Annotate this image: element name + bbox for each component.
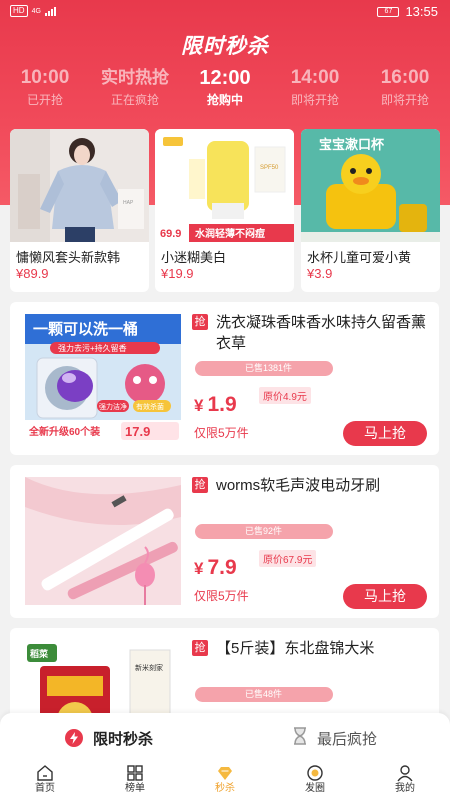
time-slot-time: 16:00: [380, 67, 430, 88]
time-slot-tab-active[interactable]: 12:00 抢购中: [180, 66, 270, 110]
time-slot-time: 12:00: [199, 67, 251, 89]
product-name: 洗衣凝珠香味香水味持久留香薰衣草: [216, 314, 427, 352]
nav-home[interactable]: 首页: [0, 763, 90, 800]
svg-text:HAP: HAP: [123, 200, 134, 206]
featured-name: 慵懒风套头新款韩: [16, 250, 121, 265]
product-card[interactable]: 一颗可以洗一桶 强力去污+持久留香 强力洁净 有效杀菌 全新升级60个装 17.…: [10, 302, 439, 455]
time-slot-tab[interactable]: 10:00 已开抢: [0, 66, 90, 110]
original-price: 原价4.9元: [259, 387, 311, 404]
img-price: 17.9: [125, 424, 150, 439]
flash-badge: 抢: [192, 477, 208, 493]
nav-label: 发圈: [305, 783, 325, 794]
product-price: ¥1.9: [194, 393, 237, 417]
featured-name: 水杯儿童可爱小黄: [307, 250, 412, 265]
product-price: ¥7.9: [194, 556, 237, 580]
time-slot-tab[interactable]: 14:00 即将开抢: [270, 66, 360, 110]
toothbrush-photo: [25, 477, 181, 605]
price-value: 7.9: [207, 556, 237, 579]
flash-badge: 抢: [192, 314, 208, 330]
featured-card[interactable]: HAP 慵懒风套头新款韩 ¥89.9: [10, 129, 149, 292]
buy-now-button[interactable]: 马上抢: [343, 584, 427, 609]
time-slot-status: 已开抢: [26, 93, 63, 107]
clock: 13:55: [405, 4, 438, 19]
product-card[interactable]: 抢 worms软毛声波电动牙刷 已售92件 ¥7.9 原价67.9元 仅限5万件…: [10, 465, 439, 618]
tab-flash-sale[interactable]: 限时秒杀: [65, 713, 153, 763]
nav-label: 秒杀: [215, 783, 235, 794]
nav-label: 榜单: [125, 783, 145, 794]
featured-products: HAP 慵懒风套头新款韩 ¥89.9 SPF50 69.9 水润轻薄不闷痘 小迷…: [10, 129, 440, 292]
time-slot-status: 即将开抢: [290, 93, 339, 107]
signal-icon: [44, 6, 56, 16]
img-caption: 宝宝漱口杯: [319, 137, 385, 152]
time-slot-tabs: 10:00 已开抢 实时热抢 正在疯抢 12:00 抢购中 14:00 即将开抢…: [0, 66, 450, 116]
circle-icon: [307, 765, 323, 781]
img-tag: 强力洁净: [99, 402, 127, 411]
network-type: 4G: [31, 7, 41, 15]
time-slot-time: 实时热抢: [101, 68, 169, 87]
img-pack: 全新升级60个装: [28, 425, 100, 438]
featured-card[interactable]: 宝宝漱口杯 水杯儿童可爱小黄 ¥3.9: [301, 129, 440, 292]
flash-badge: 抢: [192, 640, 208, 656]
time-slot-status: 抢购中: [206, 93, 243, 107]
nav-profile[interactable]: 我的: [360, 763, 450, 800]
hourglass-icon: [293, 727, 307, 749]
time-slot-status: 即将开抢: [380, 93, 429, 107]
stock-limit: 仅限5万件: [194, 589, 249, 603]
svg-text:SPF50: SPF50: [260, 165, 279, 171]
status-bar: HD 4G 67 13:55: [0, 0, 450, 24]
duck-cup-photo: 宝宝漱口杯: [301, 129, 440, 242]
img-brand: 稻菜: [30, 648, 49, 659]
battery-icon: 67: [377, 6, 400, 17]
product-name: worms软毛声波电动牙刷: [216, 477, 381, 494]
sold-count-bar: 已售92件: [195, 524, 333, 539]
home-icon: [37, 765, 53, 781]
lightning-icon: [65, 729, 83, 747]
buy-now-button[interactable]: 马上抢: [343, 421, 427, 446]
nav-share[interactable]: 发圈: [270, 763, 360, 800]
img-tag: 有效杀菌: [136, 402, 164, 411]
img-text: 新米刻家: [135, 663, 163, 672]
nav-flash-sale[interactable]: 秒杀: [180, 763, 270, 800]
stock-limit: 仅限5万件: [194, 426, 249, 440]
featured-price: ¥3.9: [307, 266, 333, 281]
sold-count-bar: 已售1381件: [195, 361, 333, 376]
sunscreen-photo: SPF50 69.9 水润轻薄不闷痘: [155, 129, 294, 242]
time-slot-status: 正在疯抢: [110, 93, 159, 107]
bottom-nav: 首页 榜单 秒杀 发圈 我的: [0, 763, 450, 800]
featured-name: 小迷糊美白: [161, 250, 227, 265]
section-tabs: 限时秒杀 最后疯抢: [0, 713, 450, 763]
featured-card[interactable]: SPF50 69.9 水润轻薄不闷痘 小迷糊美白 ¥19.9: [155, 129, 294, 292]
featured-price: ¥19.9: [161, 266, 194, 281]
tab-label: 最后疯抢: [317, 730, 378, 748]
img-title: 一颗可以洗一桶: [33, 320, 138, 338]
currency: ¥: [194, 559, 204, 578]
price-value: 1.9: [207, 393, 237, 416]
nav-label: 首页: [35, 783, 55, 794]
currency: ¥: [194, 396, 204, 415]
tab-label: 限时秒杀: [93, 730, 154, 748]
img-sub: 强力去污+持久留香: [58, 343, 127, 353]
original-price: 原价67.9元: [259, 550, 317, 567]
time-slot-time: 14:00: [290, 67, 340, 88]
grid-icon: [127, 765, 143, 781]
nav-ranking[interactable]: 榜单: [90, 763, 180, 800]
product-name: 【5斤装】东北盘锦大米: [216, 640, 375, 657]
sold-count-bar: 已售48件: [195, 687, 333, 702]
nav-label: 我的: [395, 783, 415, 794]
diamond-icon: [218, 767, 232, 780]
featured-price: ¥89.9: [16, 266, 49, 281]
img-caption: 水润轻薄不闷痘: [194, 227, 265, 240]
img-price: 69.9: [160, 228, 181, 240]
tab-last-rush[interactable]: 最后疯抢: [293, 713, 377, 763]
time-slot-tab[interactable]: 实时热抢 正在疯抢: [85, 66, 185, 110]
sweater-photo: HAP: [10, 129, 149, 242]
user-icon: [397, 765, 413, 782]
laundry-pods-photo: 一颗可以洗一桶 强力去污+持久留香 强力洁净 有效杀菌 全新升级60个装 17.…: [25, 314, 181, 442]
time-slot-tab[interactable]: 16:00 即将开抢: [360, 66, 450, 110]
page-title: 限时秒杀: [181, 35, 269, 58]
hd-badge: HD: [10, 5, 28, 17]
time-slot-time: 10:00: [20, 67, 70, 88]
